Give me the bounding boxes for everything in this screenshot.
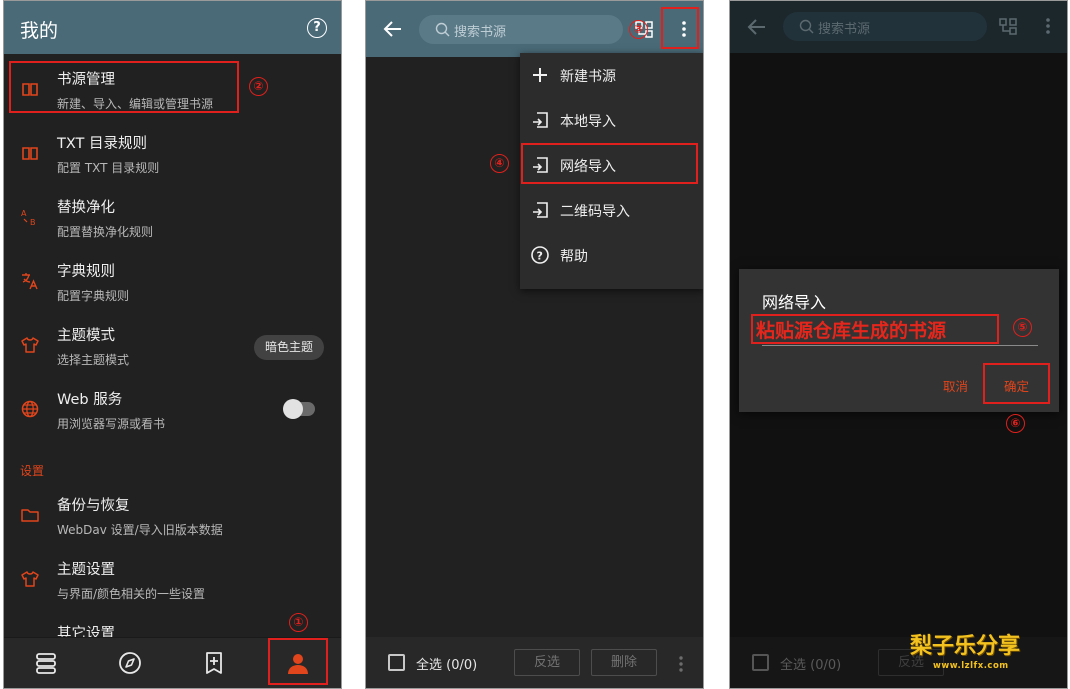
invert-selection-button[interactable]: 反选 xyxy=(514,649,580,676)
select-all-checkbox xyxy=(752,654,769,671)
more-vert-icon xyxy=(1037,15,1059,37)
svg-text:A: A xyxy=(21,209,27,218)
toolbar-dimmed: 搜索书源 xyxy=(730,1,1067,53)
highlight-ok-button xyxy=(983,363,1050,404)
row-title: 替换净化 xyxy=(57,200,115,216)
step-6-marker: ⑥ xyxy=(1006,414,1025,433)
page-title: 我的 xyxy=(20,20,59,42)
folder-icon xyxy=(20,505,40,525)
menu-item-dictionary-rules[interactable]: 字典规则 配置字典规则 xyxy=(4,249,341,313)
back-arrow-icon xyxy=(746,16,768,38)
highlight-network-import xyxy=(521,143,698,184)
delete-button[interactable]: 删除 xyxy=(591,649,657,676)
translate-icon xyxy=(20,271,40,291)
menu-label: 本地导入 xyxy=(560,114,616,130)
menu-item-web-service[interactable]: Web 服务 用浏览器写源或看书 xyxy=(4,377,341,441)
dialog-title: 网络导入 xyxy=(762,293,827,312)
menu-label: 二维码导入 xyxy=(560,204,630,220)
my-page-screen: 我的 ? 书源管理 新建、导入、编辑或管理书源 TXT 目录规则 配置 TXT … xyxy=(3,0,342,689)
toggle-knob xyxy=(283,399,303,419)
network-import-dialog-screen: 搜索书源 网络导入 粘贴源仓库生成的书源 取消 确定 全选 (0/0) 反选 梨… xyxy=(729,0,1068,689)
highlight-more-menu xyxy=(661,7,699,49)
highlight-paste-field xyxy=(751,314,999,344)
shirt-icon xyxy=(20,335,40,355)
menu-item-theme-mode[interactable]: 主题模式 选择主题模式 暗色主题 xyxy=(4,313,341,377)
search-icon xyxy=(799,19,814,34)
search-icon xyxy=(435,22,450,37)
row-subtitle: 与界面/颜色相关的一些设置 xyxy=(57,587,206,601)
bookshelf-icon[interactable] xyxy=(33,650,59,676)
back-arrow-icon[interactable] xyxy=(382,18,404,40)
row-title: 主题设置 xyxy=(57,562,115,578)
row-subtitle: WebDav 设置/导入旧版本数据 xyxy=(57,523,223,537)
cancel-button[interactable]: 取消 xyxy=(943,376,968,395)
theme-mode-chip[interactable]: 暗色主题 xyxy=(253,335,324,360)
book-icon xyxy=(20,143,40,163)
menu-item-help[interactable]: ? 帮助 xyxy=(520,233,703,278)
import-icon xyxy=(530,200,550,220)
row-subtitle: 配置 TXT 目录规则 xyxy=(57,161,160,175)
explore-icon[interactable] xyxy=(117,650,143,676)
menu-item-txt-toc-rules[interactable]: TXT 目录规则 配置 TXT 目录规则 xyxy=(4,121,341,185)
watermark-text: 梨子乐分享 xyxy=(910,634,1021,659)
step-1-marker: ① xyxy=(289,613,308,632)
menu-item-qr-import[interactable]: 二维码导入 xyxy=(520,188,703,233)
row-subtitle: 配置替换净化规则 xyxy=(57,225,154,239)
highlight-book-source xyxy=(9,61,239,113)
search-input: 搜索书源 xyxy=(783,12,987,41)
row-subtitle: 配置字典规则 xyxy=(57,289,130,303)
globe-icon xyxy=(20,399,40,419)
menu-item-local-import[interactable]: 本地导入 xyxy=(520,98,703,143)
web-service-toggle[interactable] xyxy=(283,399,315,419)
search-input[interactable]: 搜索书源 xyxy=(419,15,623,44)
replace-icon: AB xyxy=(20,207,40,227)
watermark-url: www.lzlfx.com xyxy=(933,661,1009,671)
rss-icon[interactable] xyxy=(201,650,227,676)
svg-text:B: B xyxy=(30,218,36,227)
menu-item-theme-settings[interactable]: 主题设置 与界面/颜色相关的一些设置 xyxy=(4,547,341,611)
select-all-label: 全选 (0/0) xyxy=(416,658,478,673)
search-placeholder: 搜索书源 xyxy=(818,22,871,37)
row-subtitle: 用浏览器写源或看书 xyxy=(57,417,166,431)
svg-text:?: ? xyxy=(537,250,543,263)
more-vert-icon[interactable] xyxy=(673,654,689,674)
select-all-label: 全选 (0/0) xyxy=(780,658,842,673)
book-source-screen: 搜索书源 新建书源 本地导入 网络导入 二维码导入 ? 帮助 全选 (0/0) … xyxy=(365,0,704,689)
help-icon[interactable]: ? xyxy=(307,18,327,38)
shirt-icon xyxy=(20,569,40,589)
menu-item-new-source[interactable]: 新建书源 xyxy=(520,53,703,98)
step-5-marker: ⑤ xyxy=(1013,318,1032,337)
row-title: 主题模式 xyxy=(57,328,115,344)
selection-bar: 全选 (0/0) 反选 删除 xyxy=(366,637,703,688)
search-placeholder: 搜索书源 xyxy=(454,25,507,40)
row-title: TXT 目录规则 xyxy=(57,136,148,152)
row-subtitle: 选择主题模式 xyxy=(57,353,130,367)
row-title: 字典规则 xyxy=(57,264,115,280)
select-all-checkbox[interactable] xyxy=(388,654,405,671)
menu-label: 帮助 xyxy=(560,249,588,265)
sort-icon xyxy=(998,16,1018,36)
row-title: 备份与恢复 xyxy=(57,498,130,514)
input-underline xyxy=(762,345,1038,346)
app-bar: 我的 ? xyxy=(4,1,341,54)
import-icon xyxy=(530,110,550,130)
row-title: Web 服务 xyxy=(57,392,123,408)
step-3-marker: ③ xyxy=(629,20,648,39)
step-2-marker: ② xyxy=(249,77,268,96)
menu-label: 新建书源 xyxy=(560,69,616,85)
help-icon: ? xyxy=(530,245,550,265)
menu-item-replace-rules[interactable]: AB 替换净化 配置替换净化规则 xyxy=(4,185,341,249)
highlight-profile-tab xyxy=(268,638,328,685)
step-4-marker: ④ xyxy=(490,154,509,173)
plus-icon xyxy=(530,65,550,85)
menu-item-backup-restore[interactable]: 备份与恢复 WebDav 设置/导入旧版本数据 xyxy=(4,483,341,547)
section-label-settings: 设置 xyxy=(20,464,45,478)
toolbar: 搜索书源 xyxy=(366,1,703,57)
